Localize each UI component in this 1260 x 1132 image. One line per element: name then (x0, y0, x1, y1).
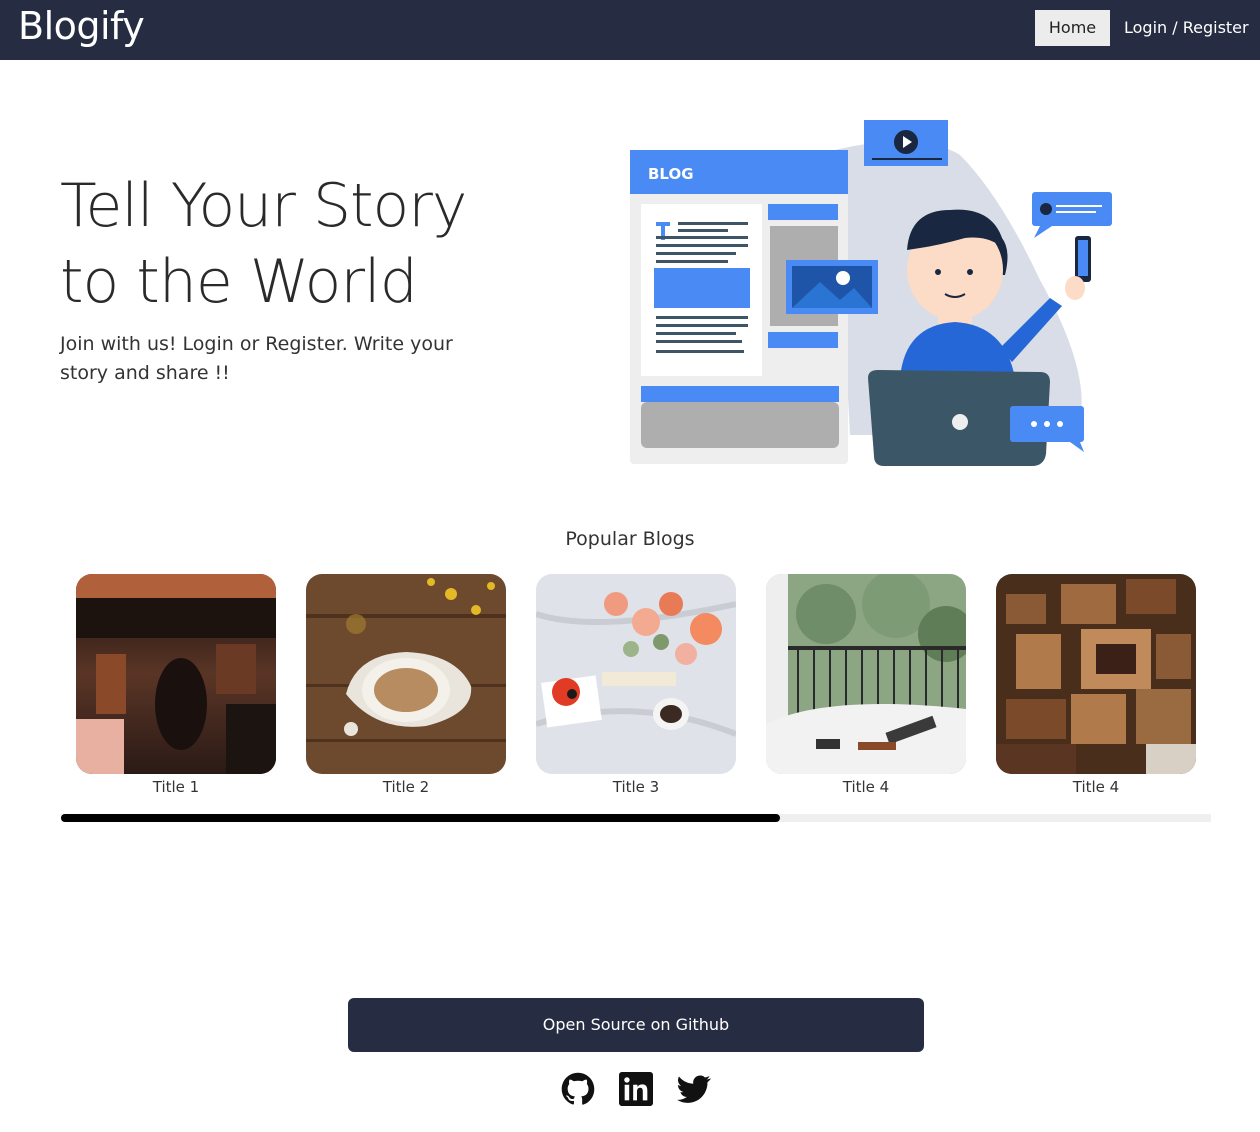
blog-card-title[interactable]: Title 1 (76, 777, 276, 797)
blog-illustration: BLOG (630, 120, 1112, 466)
blog-card[interactable]: Title 3 (536, 574, 736, 797)
blog-card[interactable]: Title 4 (766, 574, 966, 797)
blog-badge-text: BLOG (648, 165, 694, 183)
nav-login-register-link[interactable]: Login / Register (1124, 10, 1249, 46)
flowers-bed-photo[interactable] (536, 574, 736, 774)
vintage-cameras-photo[interactable] (996, 574, 1196, 774)
popular-blogs-heading: Popular Blogs (565, 528, 695, 550)
open-source-github-button[interactable]: Open Source on Github (348, 998, 924, 1052)
blog-card[interactable]: Title 1 (76, 574, 276, 797)
github-icon[interactable] (561, 1072, 595, 1106)
coffee-cup-photo[interactable] (306, 574, 506, 774)
balcony-laptop-photo[interactable] (766, 574, 966, 774)
cafe-photo[interactable] (76, 574, 276, 774)
blog-card[interactable]: Title 4 (996, 574, 1196, 797)
hero-title: Tell Your Story to the World (60, 171, 467, 317)
blog-card-title[interactable]: Title 3 (536, 777, 736, 797)
blog-card-title[interactable]: Title 4 (766, 777, 966, 797)
carousel-scrollbar-thumb[interactable] (61, 814, 780, 822)
linkedin-icon[interactable] (619, 1072, 653, 1106)
twitter-icon[interactable] (677, 1072, 711, 1106)
navbar: Blogify Home Login / Register (0, 0, 1260, 60)
hero-subtitle: Join with us! Login or Register. Write y… (60, 333, 453, 384)
brand-logo[interactable]: Blogify (18, 2, 145, 50)
blog-card-title[interactable]: Title 4 (996, 777, 1196, 797)
blog-card[interactable]: Title 2 (306, 574, 506, 797)
blog-card-title[interactable]: Title 2 (306, 777, 506, 797)
nav-home-button[interactable]: Home (1035, 10, 1110, 46)
